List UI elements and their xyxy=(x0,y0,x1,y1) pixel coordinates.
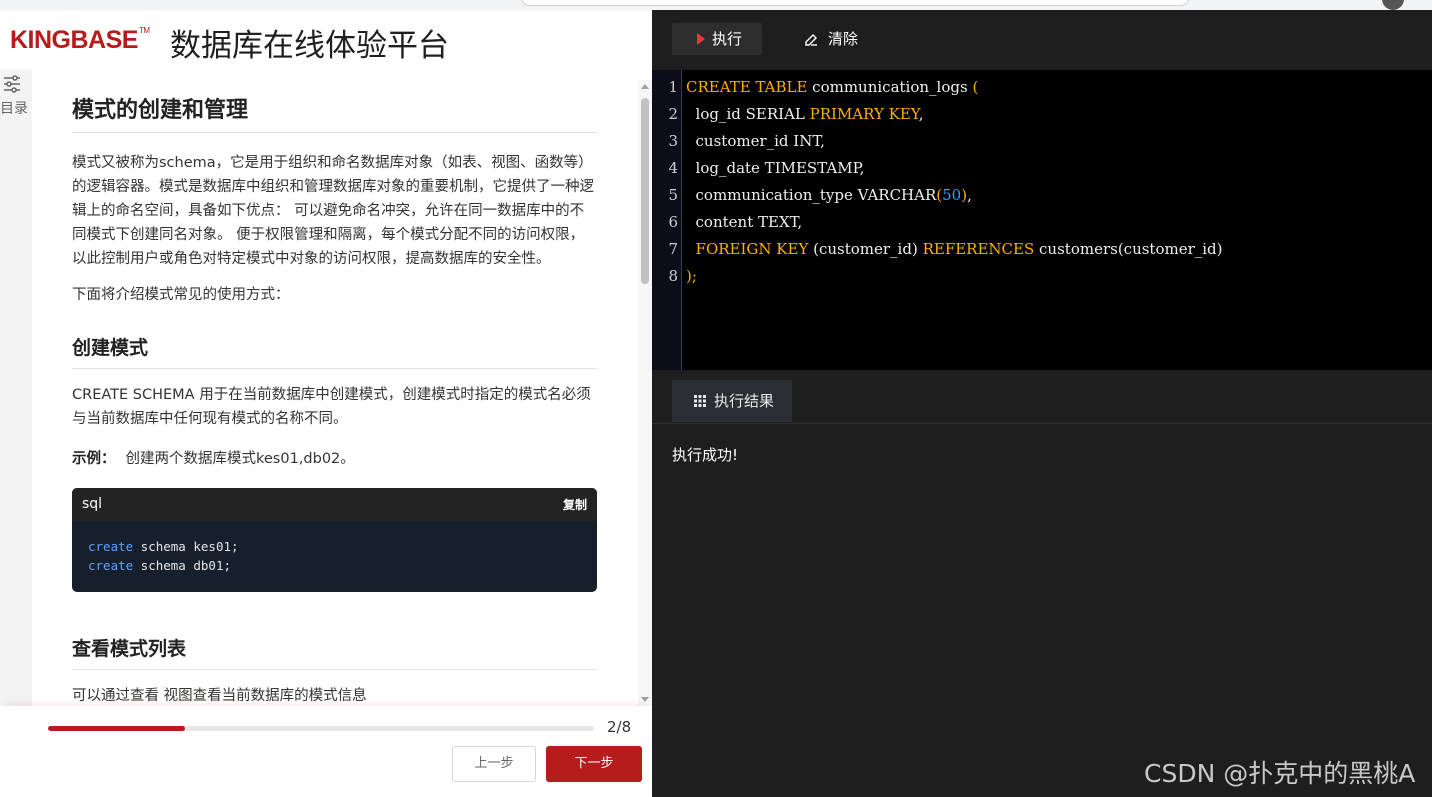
code-token: log_id SERIAL xyxy=(686,105,810,123)
code-token: content TEXT, xyxy=(686,213,803,231)
code-line[interactable]: FOREIGN KEY (customer_id) REFERENCES cus… xyxy=(686,236,1426,263)
results-tabs: 执行结果 xyxy=(652,370,1432,424)
code-line[interactable]: CREATE TABLE communication_logs ( xyxy=(686,74,1426,101)
address-bar[interactable] xyxy=(520,0,1190,6)
line-number: 6 xyxy=(668,213,678,231)
code-token: 50 xyxy=(942,186,962,204)
code-token: FOREIGN KEY xyxy=(686,240,809,258)
progress-text: 2/8 xyxy=(607,718,632,736)
code-language: sql xyxy=(82,496,103,512)
line-number: 7 xyxy=(668,240,678,258)
browser-top-strip xyxy=(0,0,1432,10)
run-label: 执行 xyxy=(712,30,743,48)
platform-title: 数据库在线体验平台 xyxy=(170,28,449,64)
code-token: , xyxy=(967,186,972,204)
code-content: create schema kes01; create schema db01; xyxy=(72,521,597,591)
code-line[interactable]: log_id SERIAL PRIMARY KEY, xyxy=(686,101,1426,128)
code-token: CREATE TABLE xyxy=(686,78,808,96)
line-number: 2 xyxy=(668,105,678,123)
doc-below-text: 下面将介绍模式常见的使用方式： xyxy=(72,287,290,303)
code-block: sql 复制 create schema kes01; create schem… xyxy=(72,488,597,592)
sql-editor[interactable]: 1 2 3 4 5 6 7 8 CREATE TABLE communication_logs… xyxy=(652,70,1432,370)
scrollbar-thumb[interactable] xyxy=(641,98,649,284)
doc-heading: 模式的创建和管理 xyxy=(72,92,597,133)
grid-icon xyxy=(694,395,706,407)
progress-bar xyxy=(48,726,594,731)
progress-fill xyxy=(48,726,185,731)
code-token: customers(customer_id) xyxy=(1034,240,1223,258)
logo-tm: TM xyxy=(138,26,150,35)
code-token: (customer_id) xyxy=(808,240,923,258)
scroll-up-arrow-icon[interactable] xyxy=(641,84,649,89)
copy-button[interactable]: 复制 xyxy=(563,496,587,513)
code-line[interactable]: ); xyxy=(686,263,1426,290)
section-create-heading: 创建模式 xyxy=(72,333,597,369)
code-token: REFERENCES xyxy=(922,240,1035,258)
code-block-header: sql 复制 xyxy=(72,488,597,521)
code-token: communication_logs xyxy=(807,78,973,96)
code-keyword: create xyxy=(88,539,134,554)
line-number: 1 xyxy=(668,78,678,96)
section-list-heading: 查看模式列表 xyxy=(72,634,597,670)
doc-intro: 模式又被称为schema，它是用于组织和命名数据库对象（如表、视图、函数等）的逻… xyxy=(72,155,594,267)
clear-label: 清除 xyxy=(828,30,859,48)
logo-text: KINGBASE xyxy=(10,26,138,54)
toc-toggle[interactable]: 目录 xyxy=(0,70,32,710)
section-create-text: CREATE SCHEMA 用于在当前数据库中创建模式，创建模式时指定的模式名必… xyxy=(72,387,591,427)
code-token: , xyxy=(918,105,924,123)
code-line[interactable]: content TEXT, xyxy=(686,209,1426,236)
doc-scrollbar[interactable] xyxy=(638,80,652,706)
tab-results[interactable]: 执行结果 xyxy=(672,380,792,422)
editor-toolbar: 执行 清除 xyxy=(652,10,1432,70)
toc-label[interactable]: 目录 xyxy=(0,98,32,118)
code-token: PRIMARY KEY xyxy=(809,105,919,123)
tutorial-pane: KINGBASETM 数据库在线体验平台 目录 模式的创建和管理 模式又被称为s… xyxy=(0,10,652,797)
code-token: ( xyxy=(972,78,979,96)
code-token: communication_type VARCHAR xyxy=(686,186,937,204)
clear-button[interactable]: 清除 xyxy=(802,23,858,55)
line-number: 5 xyxy=(668,186,678,204)
code-line[interactable]: communication_type VARCHAR(50), xyxy=(686,182,1426,209)
example-label: 示例： xyxy=(72,451,116,467)
prev-step-button[interactable]: 上一步 xyxy=(452,746,536,782)
code-token: ); xyxy=(686,267,697,285)
code-keyword: create xyxy=(88,558,134,573)
kingbase-logo: KINGBASETM xyxy=(10,26,150,55)
next-step-button[interactable]: 下一步 xyxy=(546,746,642,782)
section-list-text: 可以通过查看 视图查看当前数据库的模式信息 xyxy=(72,688,367,704)
code-token: customer_id INT, xyxy=(686,132,825,150)
code-text: schema db01; xyxy=(133,558,231,573)
line-number-gutter: 1 2 3 4 5 6 7 8 xyxy=(652,70,682,370)
example-text: 创建两个数据库模式kes01,db02。 xyxy=(125,451,355,467)
code-text: schema kes01; xyxy=(133,539,239,554)
results-tab-label: 执行结果 xyxy=(714,392,775,410)
app-window: KINGBASETM 数据库在线体验平台 目录 模式的创建和管理 模式又被称为s… xyxy=(0,0,1432,797)
scroll-down-arrow-icon[interactable] xyxy=(641,697,649,702)
sliders-icon[interactable] xyxy=(2,74,22,94)
header: KINGBASETM 数据库在线体验平台 xyxy=(0,10,652,70)
line-number: 4 xyxy=(668,159,678,177)
eraser-icon xyxy=(805,34,817,46)
profile-avatar[interactable] xyxy=(1382,0,1404,10)
code-line[interactable]: customer_id INT, xyxy=(686,128,1426,155)
example-line: 示例： 创建两个数据库模式kes01,db02。 xyxy=(72,447,597,468)
code-line[interactable]: log_date TIMESTAMP, xyxy=(686,155,1426,182)
line-number: 8 xyxy=(668,267,678,285)
sql-workspace: 执行 清除 1 2 3 4 5 6 7 8 CREATE TABLE communicatio… xyxy=(652,10,1432,797)
line-number: 3 xyxy=(668,132,678,150)
doc-body: 模式的创建和管理 模式又被称为schema，它是用于组织和命名数据库对象（如表、… xyxy=(72,70,597,706)
run-button[interactable]: 执行 xyxy=(672,23,762,55)
watermark: CSDN @扑克中的黑桃A xyxy=(1144,759,1416,788)
doc-content: 模式的创建和管理 模式又被称为schema，它是用于组织和命名数据库对象（如表、… xyxy=(32,70,638,706)
code-token: log_date TIMESTAMP, xyxy=(686,159,865,177)
footer: 2/8 上一步 下一步 xyxy=(0,706,652,797)
play-icon xyxy=(697,33,705,45)
sql-code[interactable]: CREATE TABLE communication_logs ( log_id… xyxy=(686,74,1426,290)
result-message: 执行成功! xyxy=(672,446,739,464)
